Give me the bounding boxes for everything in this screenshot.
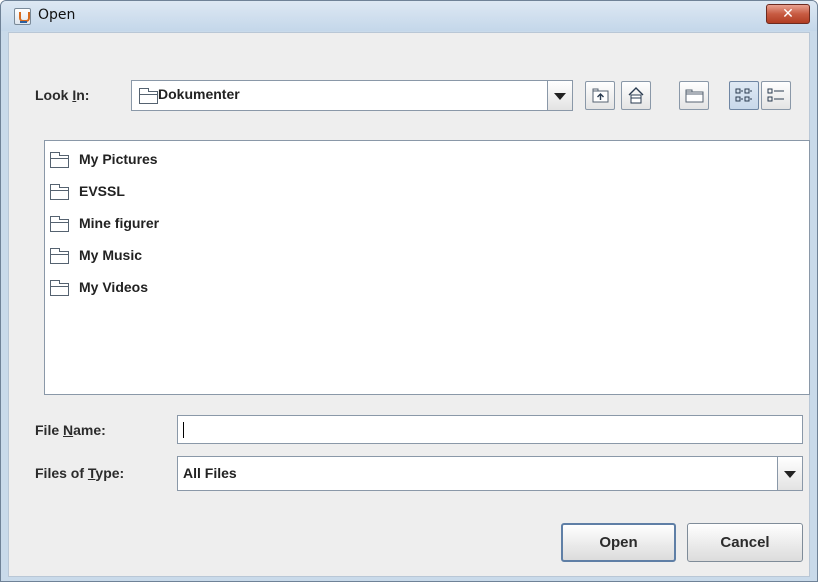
open-button[interactable]: Open (561, 523, 676, 562)
open-dialog: Open ✕ Look In: Dokumenter My Pictures E… (0, 0, 818, 582)
home-button[interactable] (621, 81, 651, 110)
up-one-level-button[interactable] (585, 81, 615, 110)
file-name-field[interactable] (177, 415, 803, 444)
file-list[interactable]: My Pictures EVSSL Mine figurer My Music … (44, 140, 810, 395)
text-caret (183, 422, 184, 438)
list-view-toggle[interactable] (729, 81, 759, 110)
folder-icon (50, 184, 69, 200)
file-name: Mine figurer (79, 215, 160, 231)
look-in-value: Dokumenter (158, 86, 240, 102)
chevron-down-icon[interactable] (777, 457, 802, 490)
list-item[interactable]: EVSSL (45, 179, 345, 203)
file-name: My Videos (79, 279, 148, 295)
dialog-content: Look In: Dokumenter My Pictures EVSSL Mi… (8, 32, 810, 577)
folder-icon (50, 152, 69, 168)
chevron-down-icon[interactable] (547, 81, 572, 110)
home-icon (628, 87, 644, 104)
new-folder-icon (685, 89, 704, 103)
folder-icon (139, 88, 158, 104)
list-item[interactable]: My Pictures (45, 147, 345, 171)
details-view-icon (767, 88, 784, 102)
folder-up-icon (592, 88, 609, 103)
close-icon: ✕ (782, 6, 794, 22)
file-name: My Pictures (79, 151, 158, 167)
folder-icon (50, 248, 69, 264)
look-in-combobox[interactable]: Dokumenter (131, 80, 573, 111)
list-item[interactable]: My Music (45, 243, 345, 267)
file-name: EVSSL (79, 183, 125, 199)
details-view-toggle[interactable] (761, 81, 791, 110)
folder-icon (50, 216, 69, 232)
files-of-type-label: Files of Type: (35, 465, 125, 481)
files-of-type-value: All Files (183, 465, 237, 481)
look-in-label: Look In: (35, 87, 90, 103)
file-name: My Music (79, 247, 143, 263)
window-title: Open (38, 7, 76, 23)
new-folder-button[interactable] (679, 81, 709, 110)
list-item[interactable]: My Videos (45, 275, 345, 299)
cancel-button[interactable]: Cancel (687, 523, 803, 562)
list-item[interactable]: Mine figurer (45, 211, 345, 235)
file-name-label: File Name: (35, 422, 106, 438)
files-of-type-combobox[interactable]: All Files (177, 456, 803, 491)
list-view-icon (735, 88, 752, 102)
java-cup-icon (14, 8, 31, 25)
close-button[interactable]: ✕ (766, 4, 810, 24)
title-bar[interactable]: Open ✕ (1, 1, 817, 31)
folder-icon (50, 280, 69, 296)
